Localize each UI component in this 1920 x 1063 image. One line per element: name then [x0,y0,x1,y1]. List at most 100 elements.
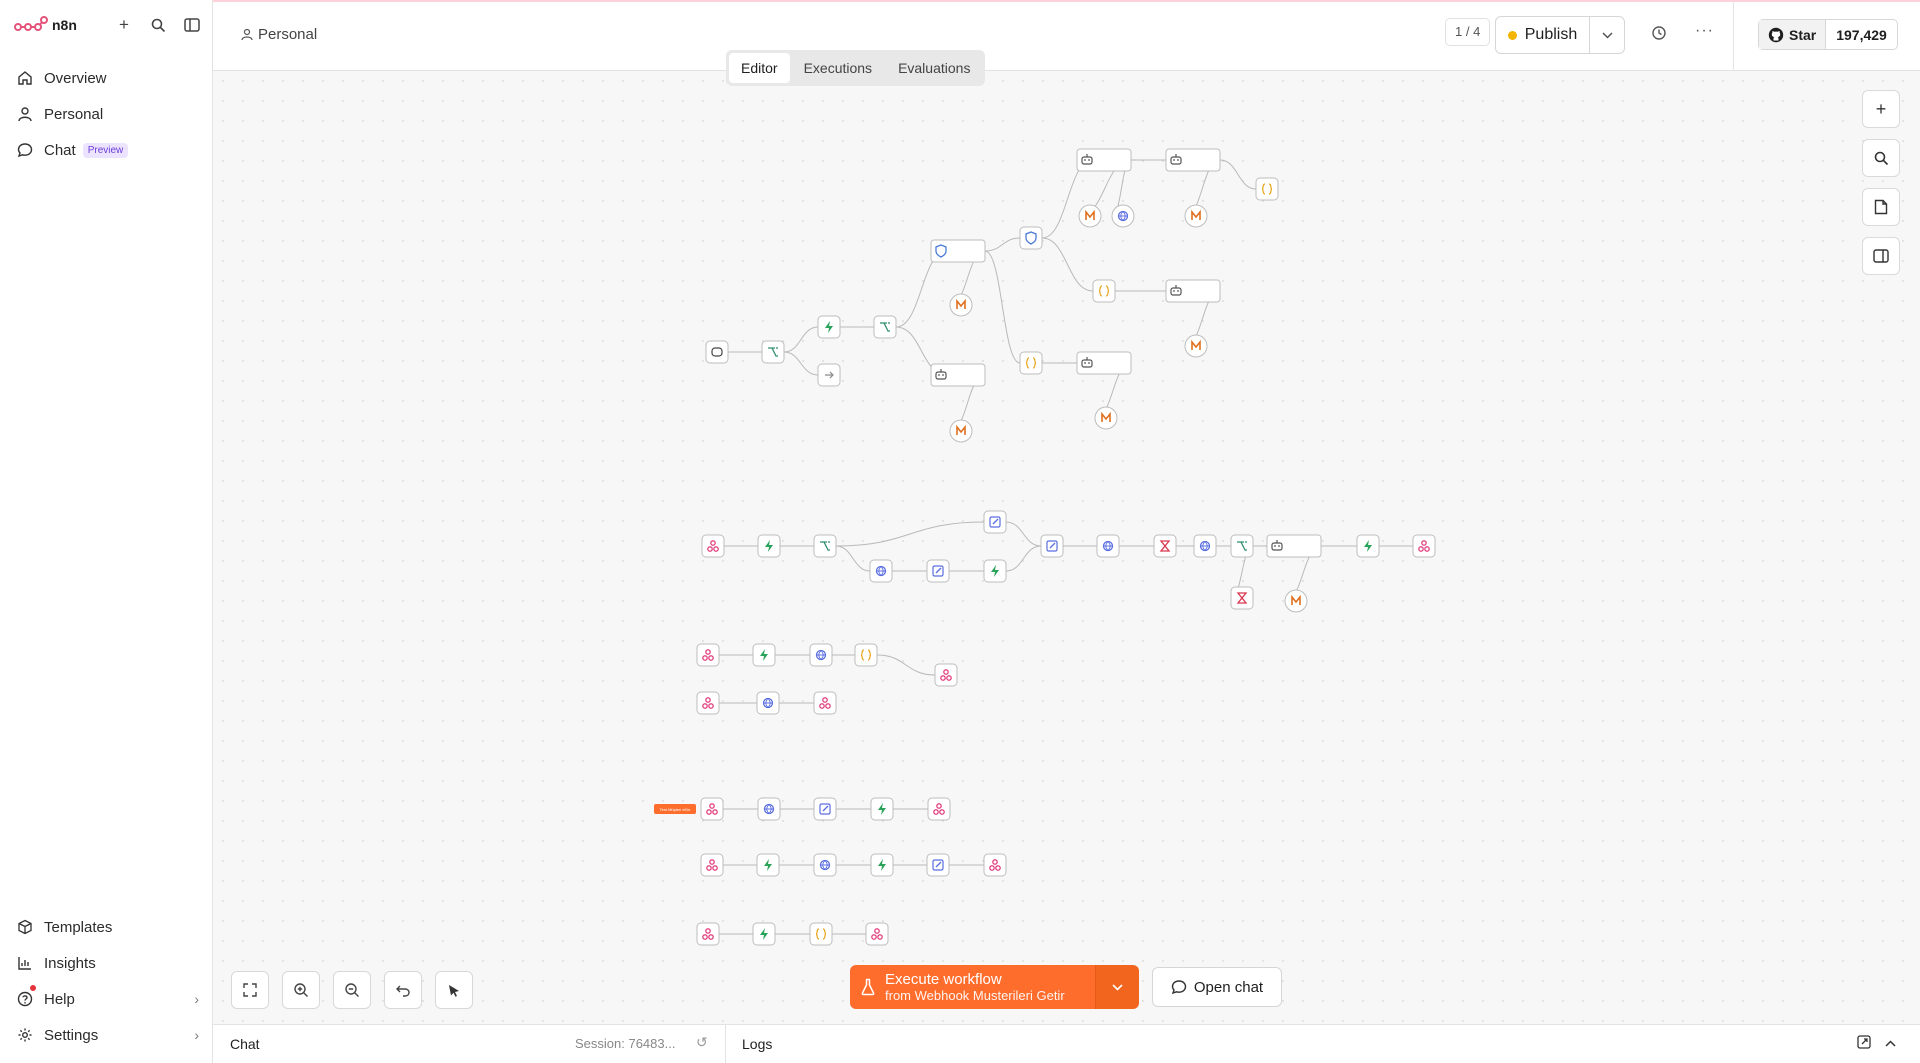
workflow-node[interactable] [1356,534,1380,558]
workflow-node[interactable] [756,691,780,715]
workflow-graph[interactable]: Test Müşteri eKle [213,71,1920,1024]
workflow-node[interactable] [809,922,833,946]
add-node-icon[interactable]: + [1862,90,1900,128]
workflow-node[interactable] [696,922,720,946]
workflow-node[interactable] [1094,406,1118,430]
chat-panel-label[interactable]: Chat [230,1036,260,1052]
workflow-node[interactable] [1076,351,1132,375]
workflow-node[interactable] [1153,534,1177,558]
publish-button[interactable]: Publish [1496,17,1589,53]
workflow-node[interactable] [865,922,889,946]
workflow-node[interactable] [1230,534,1254,558]
workflow-node[interactable] [700,853,724,877]
workflow-node[interactable] [1184,334,1208,358]
sidebar-item-personal[interactable]: Personal [10,96,205,132]
workflow-node[interactable] [983,559,1007,583]
workflow-node[interactable] [813,853,837,877]
workflow-node[interactable] [757,797,781,821]
more-options-icon[interactable]: ··· [1695,22,1714,40]
workflow-node[interactable] [752,643,776,667]
side-panel-icon[interactable] [1862,237,1900,275]
execute-workflow-button[interactable]: Execute workflow from Webhook Musteriler… [850,965,1095,1009]
search-nodes-icon[interactable] [1862,139,1900,177]
workflow-node[interactable] [1193,534,1217,558]
workflow-node[interactable] [1255,177,1279,201]
toggle-sidebar-icon[interactable] [180,13,204,37]
workflow-node[interactable] [1078,204,1102,228]
sidebar-item-chat[interactable]: Chat Preview [10,132,205,168]
workflow-node[interactable] [813,534,837,558]
sticky-note[interactable]: Test Müşteri eKle [654,804,696,814]
workflow-node[interactable] [1165,148,1221,172]
workflow-node[interactable] [1019,351,1043,375]
sidebar-item-templates[interactable]: Templates [10,909,205,945]
add-icon[interactable]: + [112,13,136,37]
workflow-node[interactable] [930,239,986,263]
workflow-node[interactable] [756,853,780,877]
workflow-node[interactable] [1019,226,1043,250]
workflow-node[interactable] [761,340,785,364]
workflow-node[interactable] [1096,534,1120,558]
workflow-node[interactable] [817,363,841,387]
workflow-node[interactable] [700,797,724,821]
workflow-node[interactable] [926,853,950,877]
workflow-node[interactable] [813,691,837,715]
workflow-node[interactable] [817,315,841,339]
reset-session-icon[interactable]: ↺ [696,1034,708,1051]
workflow-node[interactable] [701,534,725,558]
zoom-in-icon[interactable] [282,971,320,1009]
pop-out-icon[interactable] [1857,1035,1871,1052]
workflow-node[interactable] [813,797,837,821]
tidy-up-icon[interactable] [435,971,473,1009]
workflow-node[interactable] [870,853,894,877]
logs-panel-label[interactable]: Logs [742,1036,772,1052]
workflow-node[interactable] [869,559,893,583]
open-chat-button[interactable]: Open chat [1152,967,1282,1007]
workflow-node[interactable] [1412,534,1436,558]
workflow-node[interactable] [757,534,781,558]
history-icon[interactable] [1651,25,1667,46]
workflow-node[interactable] [696,643,720,667]
sidebar-item-overview[interactable]: Overview [10,60,205,96]
workflow-node[interactable] [983,853,1007,877]
workflow-node[interactable] [705,340,729,364]
breadcrumb[interactable]: Personal [241,26,317,43]
workflow-node[interactable] [1165,279,1221,303]
workflow-node[interactable] [1076,148,1132,172]
search-icon[interactable] [146,13,170,37]
workflow-node[interactable] [1092,279,1116,303]
workflow-node[interactable] [752,922,776,946]
workflow-node[interactable] [809,643,833,667]
workflow-node[interactable] [927,797,951,821]
workflow-node[interactable] [930,363,986,387]
undo-icon[interactable] [384,971,422,1009]
workflow-canvas[interactable]: Test Müşteri eKle [213,71,1920,1024]
workflow-node[interactable] [1184,204,1208,228]
tab-evaluations[interactable]: Evaluations [886,53,982,83]
workflow-node[interactable] [983,510,1007,534]
workflow-node[interactable] [926,559,950,583]
sticky-note-icon[interactable] [1862,188,1900,226]
fit-view-icon[interactable] [231,971,269,1009]
workflow-node[interactable] [949,293,973,317]
workflow-node[interactable] [949,419,973,443]
sidebar-item-settings[interactable]: Settings › [10,1017,205,1053]
workflow-node[interactable] [1284,589,1308,613]
tab-editor[interactable]: Editor [729,53,790,83]
workflow-node[interactable] [1230,586,1254,610]
tab-executions[interactable]: Executions [792,53,884,83]
workflow-node[interactable] [1111,204,1135,228]
workflow-node[interactable] [696,691,720,715]
chevron-up-icon[interactable] [1885,1035,1896,1052]
workflow-node[interactable] [854,643,878,667]
workflow-node[interactable] [870,797,894,821]
sidebar-item-help[interactable]: Help › [10,981,205,1017]
workflow-node[interactable] [1266,534,1322,558]
github-star-button[interactable]: Star [1759,20,1827,49]
execute-dropdown-button[interactable] [1095,965,1139,1009]
zoom-out-icon[interactable] [333,971,371,1009]
workflow-node[interactable] [873,315,897,339]
workflow-node[interactable] [1040,534,1064,558]
workflow-node[interactable] [934,663,958,687]
github-star-widget[interactable]: Star 197,429 [1758,19,1898,50]
